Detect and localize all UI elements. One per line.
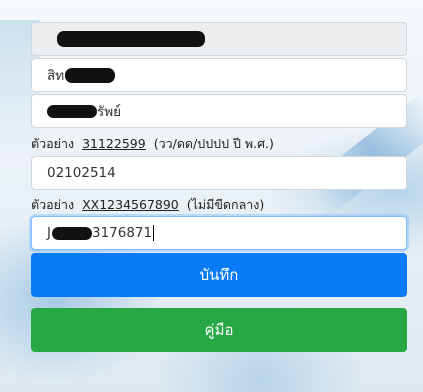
redaction-mark bbox=[65, 67, 116, 83]
manual-button[interactable]: คู่มือ bbox=[31, 308, 407, 352]
hint-example: 31122599 bbox=[82, 136, 146, 151]
last-name-field[interactable]: รัพย์ bbox=[31, 94, 407, 128]
first-name-field[interactable]: สิท bbox=[31, 58, 407, 92]
date-hint: ตัวอย่าง 31122599 (วว/ดด/ปปปป ปี พ.ศ.) bbox=[31, 134, 274, 154]
hint-label: ตัวอย่าง bbox=[31, 136, 75, 151]
hint-example: XX1234567890 bbox=[82, 197, 179, 212]
hint-note: (ไม่มีขีดกลาง) bbox=[186, 197, 265, 212]
field-value-prefix: J bbox=[47, 225, 51, 241]
id-hint: ตัวอย่าง XX1234567890 (ไม่มีขีดกลาง) bbox=[31, 195, 264, 215]
redaction-mark bbox=[47, 104, 97, 118]
hint-note: (วว/ดด/ปปปป ปี พ.ศ.) bbox=[153, 136, 274, 151]
field-value-prefix: สิท bbox=[47, 68, 65, 84]
save-button[interactable]: บันทึก bbox=[31, 253, 407, 297]
id-number-field[interactable]: J 3176871 bbox=[31, 216, 407, 250]
field-value-suffix: รัพย์ bbox=[97, 104, 122, 120]
redaction-mark bbox=[57, 31, 205, 47]
redaction-mark bbox=[51, 226, 92, 240]
name-field-disabled[interactable] bbox=[31, 22, 407, 56]
text-caret bbox=[153, 225, 155, 241]
hint-label: ตัวอย่าง bbox=[31, 197, 75, 212]
birthdate-field[interactable]: 02102514 bbox=[31, 156, 407, 190]
field-value: 02102514 bbox=[47, 165, 116, 181]
field-value-suffix: 3176871 bbox=[91, 225, 153, 241]
